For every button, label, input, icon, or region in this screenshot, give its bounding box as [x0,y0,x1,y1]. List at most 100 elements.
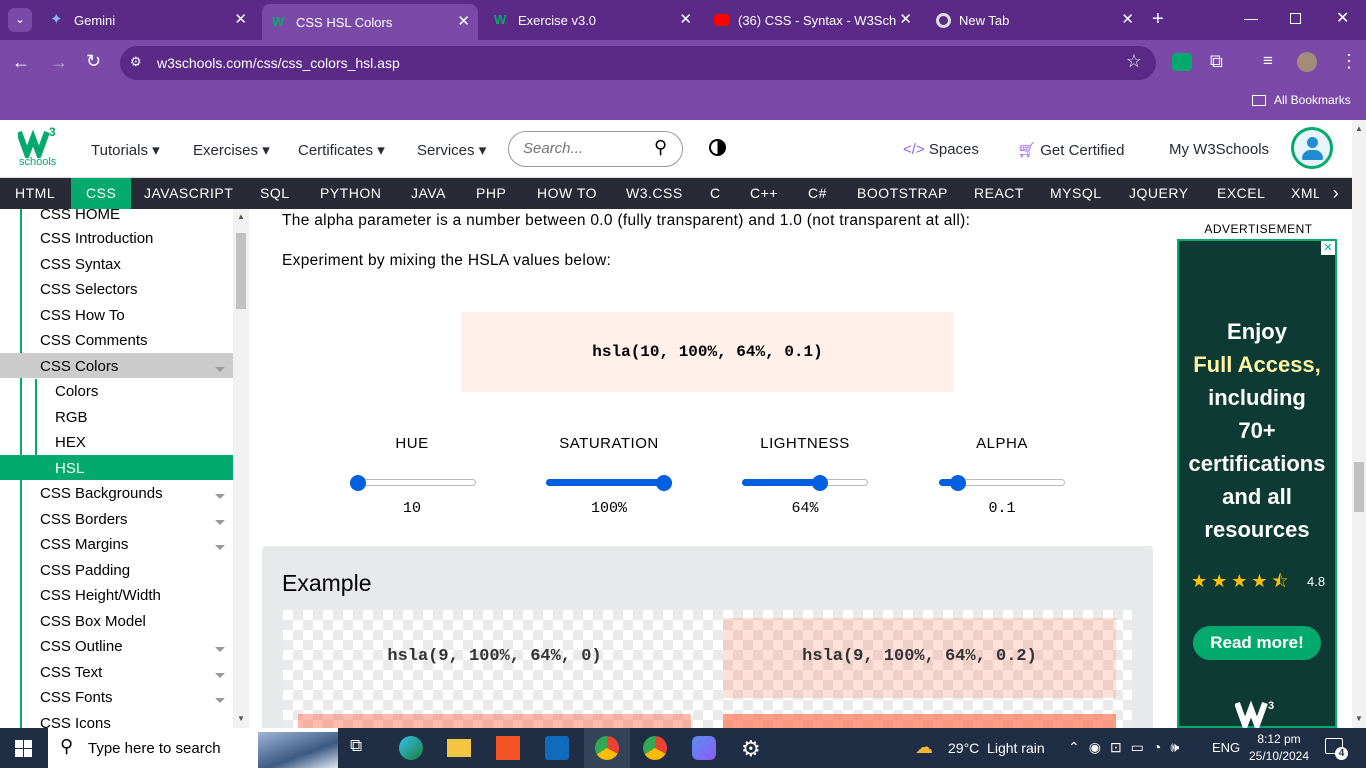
sidebar-item-css-height-width[interactable]: CSS Height/Width [40,583,161,608]
dark-mode-toggle-icon[interactable] [709,139,726,156]
sidebar-item-css-text[interactable]: CSS Text [40,660,102,685]
sidebar-scrollbar[interactable]: ▲ ▼ [233,209,249,728]
tab-search-button[interactable]: ⌄ [8,8,32,32]
weather-text[interactable]: 29°C Light rain [948,740,1045,756]
topnav-excel[interactable]: EXCEL [1217,178,1265,209]
sidebar-item-css-outline[interactable]: CSS Outline [40,634,123,659]
topnav-cpp[interactable]: C++ [750,178,778,209]
all-bookmarks[interactable]: All Bookmarks [1252,93,1351,107]
sidebar-item-colors[interactable]: Colors [55,379,98,404]
slider-track[interactable] [350,479,476,486]
close-icon[interactable]: ✕ [1121,10,1134,28]
close-icon[interactable]: ✕ [457,12,470,30]
scroll-up-arrow[interactable]: ▲ [237,212,245,221]
sidebar-item-css-margins[interactable]: CSS Margins [40,532,128,557]
chevron-right-icon[interactable]: › [1320,178,1352,209]
my-w3schools-link[interactable]: My W3Schools [1169,141,1269,158]
slider-thumb[interactable] [812,475,829,491]
windows-start-icon[interactable] [15,740,32,757]
chrome-icon[interactable] [595,736,619,760]
nav-services[interactable]: Services ▾ [417,141,486,159]
topnav-css[interactable]: CSS [71,178,132,209]
file-explorer-icon[interactable] [447,739,471,757]
tray-icons[interactable]: ⌃◉⊡▭◔🕪︎ [1068,739,1188,756]
scroll-down-arrow[interactable]: ▼ [1355,714,1363,723]
sidebar-scroll-thumb[interactable] [236,233,246,309]
topnav-w3css[interactable]: W3.CSS [626,178,683,209]
sidebar-item-css-borders[interactable]: CSS Borders [40,507,128,532]
sidebar-item-css-fonts[interactable]: CSS Fonts [40,685,113,710]
sidebar-item-css-selectors[interactable]: CSS Selectors [40,277,138,302]
slider-thumb[interactable] [656,475,672,491]
lightness-slider[interactable] [742,475,868,491]
close-window-button[interactable]: ✕ [1336,8,1349,28]
sidebar-item-rgb[interactable]: RGB [55,405,88,430]
hue-slider[interactable] [350,475,476,491]
topnav-sql[interactable]: SQL [260,178,290,209]
minimize-button[interactable]: — [1244,10,1258,26]
nav-exercises[interactable]: Exercises ▾ [193,141,270,159]
sidebar-item-css-icons[interactable]: CSS Icons [40,711,111,728]
topnav-mysql[interactable]: MYSQL [1050,178,1102,209]
extensions-puzzle-icon[interactable]: ⧉ [1210,51,1223,72]
menu-icon[interactable]: ⋮ [1340,51,1358,72]
task-view-icon[interactable]: ⧉ [350,736,374,760]
topnav-php[interactable]: PHP [476,178,506,209]
sidebar-item-css-padding[interactable]: CSS Padding [40,558,130,583]
back-button[interactable]: ← [12,52,30,73]
tab-youtube[interactable]: (36) CSS - Syntax - W3Schoo ✕ [704,6,920,34]
nav-tutorials[interactable]: Tutorials ▾ [91,141,160,159]
topnav-csharp[interactable]: C# [808,178,827,209]
settings-gear-icon[interactable]: ⚙ [741,736,765,761]
search-icon[interactable]: ⚲ [654,137,667,158]
media-control-icon[interactable]: ≡ [1263,51,1273,71]
slider-thumb[interactable] [950,475,966,491]
sidebar-item-css-backgrounds[interactable]: CSS Backgrounds [40,481,163,506]
sidebar-item-hsl-bg[interactable] [0,455,233,480]
ad-close-icon[interactable]: ✕ [1321,241,1335,255]
sidebar-item-hsl[interactable]: HSL [55,456,84,481]
weather-icon[interactable]: ☁ [915,737,933,758]
scroll-up-arrow[interactable]: ▲ [1355,124,1363,133]
topnav-java[interactable]: JAVA [411,178,446,209]
sidebar-item-css-syntax[interactable]: CSS Syntax [40,252,121,277]
tab-css-hsl-colors[interactable]: W CSS HSL Colors ✕ [262,4,478,40]
language-indicator[interactable]: ENG [1212,740,1240,755]
nav-certificates[interactable]: Certificates ▾ [298,141,385,159]
read-more-button[interactable]: Read more! [1193,626,1321,660]
forward-button[interactable]: → [50,52,68,73]
clock-time[interactable]: 8:12 pm [1252,732,1306,746]
scroll-down-arrow[interactable]: ▼ [237,714,245,723]
search-input[interactable] [523,140,643,157]
topnav-jquery[interactable]: JQUERY [1129,178,1189,209]
alpha-slider[interactable] [939,475,1065,491]
sidebar-item-css-colors[interactable]: CSS Colors [40,354,118,379]
site-info-icon[interactable]: ⚙ [130,54,142,70]
page-scrollbar[interactable]: ▲ ▼ [1352,120,1366,728]
topnav-python[interactable]: PYTHON [320,178,381,209]
close-icon[interactable]: ✕ [899,10,912,28]
sidebar-item-css-how-to[interactable]: CSS How To [40,303,125,328]
saturation-slider[interactable] [546,475,672,491]
page-scroll-thumb[interactable] [1354,462,1364,512]
w3schools-logo[interactable]: 3 schools [16,125,60,172]
slider-thumb[interactable] [350,475,366,491]
restore-button[interactable] [1290,13,1301,24]
topnav-xml[interactable]: XML [1291,178,1319,209]
sidebar-item-css-box-model[interactable]: CSS Box Model [40,609,146,634]
spaces-link[interactable]: </> Spaces [903,141,979,158]
new-tab-button[interactable]: + [1152,8,1164,30]
get-certified-link[interactable]: 🛒︎ Get Certified [1017,141,1124,159]
copilot-icon[interactable] [692,736,716,760]
topnav-c[interactable]: C [710,178,721,209]
outlook-icon[interactable] [545,736,569,760]
topnav-javascript[interactable]: JAVASCRIPT [144,178,233,209]
sidebar-item-css-comments[interactable]: CSS Comments [40,328,148,353]
chrome-icon[interactable] [643,736,667,760]
sidebar-item-css-home[interactable]: CSS HOME [40,209,120,227]
close-icon[interactable]: ✕ [679,10,692,28]
topnav-howto[interactable]: HOW TO [537,178,597,209]
taskbar-search[interactable]: ⚲ Type here to search [48,728,338,768]
reload-button[interactable]: ↻ [86,51,101,72]
profile-avatar[interactable] [1297,52,1317,72]
